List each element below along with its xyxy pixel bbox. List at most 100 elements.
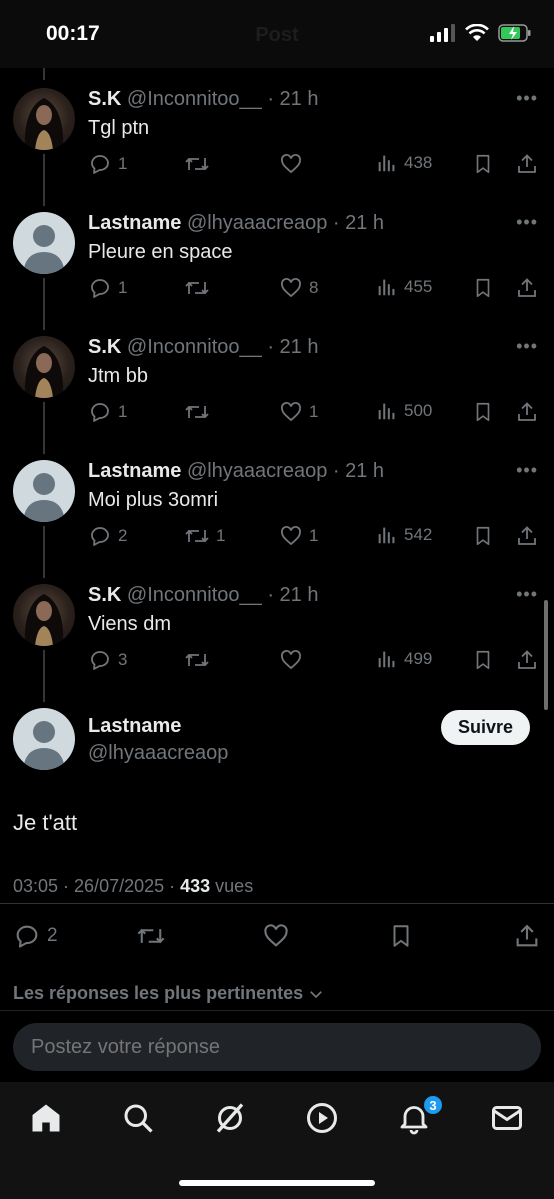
- tweet-time: · 21 h: [267, 584, 319, 606]
- like-count: 1: [309, 526, 319, 545]
- thread-tweet[interactable]: S.K @Inconnitoo__ · 21 h ••• Tgl ptn 1 4…: [0, 86, 554, 210]
- avatar[interactable]: [13, 708, 75, 770]
- views-icon: [378, 651, 395, 668]
- reply-button[interactable]: 3: [88, 648, 127, 672]
- more-options-icon[interactable]: •••: [516, 88, 538, 109]
- tab-search[interactable]: [120, 1100, 156, 1136]
- views-icon: [378, 155, 395, 172]
- tweet-text: Moi plus 3omri: [88, 489, 219, 511]
- thread-tweet[interactable]: S.K @Inconnitoo__ · 21 h ••• Jtm bb 1 1 …: [0, 334, 554, 458]
- heart-icon: [281, 278, 301, 298]
- reply-button[interactable]: 1: [88, 152, 127, 176]
- author-name[interactable]: S.K: [88, 336, 121, 358]
- reply-input[interactable]: [13, 1023, 541, 1071]
- like-button[interactable]: 1: [279, 524, 318, 548]
- home-indicator: [179, 1180, 375, 1186]
- avatar[interactable]: [13, 584, 75, 646]
- avatar[interactable]: [13, 88, 75, 150]
- bookmark-button[interactable]: [472, 524, 494, 548]
- share-icon: [518, 526, 536, 545]
- author-name[interactable]: Lastname: [88, 212, 181, 234]
- share-button[interactable]: [515, 648, 539, 672]
- play-icon: [307, 1103, 337, 1133]
- sort-label: Les réponses les plus pertinentes: [13, 983, 304, 1003]
- tab-grok[interactable]: [212, 1100, 248, 1136]
- bookmark-button[interactable]: [472, 276, 494, 300]
- reply-button[interactable]: 1: [88, 276, 127, 300]
- share-button[interactable]: [515, 524, 539, 548]
- reply-button[interactable]: 2: [13, 922, 58, 950]
- tweet-datetime: 03:05 · 26/07/2025 ·: [13, 876, 181, 896]
- thread-tweet[interactable]: Lastname @lhyaaacreaop · 21 h ••• Moi pl…: [0, 458, 554, 582]
- reply-icon: [91, 155, 109, 174]
- reply-count: 1: [118, 402, 128, 421]
- bookmark-button[interactable]: [472, 648, 494, 672]
- repost-button[interactable]: [184, 276, 216, 300]
- thread-tweet[interactable]: Lastname @lhyaaacreaop · 21 h ••• Pleure…: [0, 210, 554, 334]
- repost-button[interactable]: [184, 400, 216, 424]
- author-name[interactable]: S.K: [88, 88, 121, 110]
- like-button[interactable]: [279, 648, 309, 672]
- reply-count: 1: [118, 278, 128, 297]
- view-count: 542: [404, 525, 433, 544]
- views-icon: [378, 527, 395, 544]
- views-button[interactable]: 542: [376, 524, 432, 546]
- scrollbar[interactable]: [544, 600, 548, 710]
- author-handle[interactable]: @lhyaaacreaop: [187, 212, 327, 234]
- bookmark-button[interactable]: [388, 922, 414, 950]
- share-button[interactable]: [515, 152, 539, 176]
- tab-messages[interactable]: [489, 1100, 525, 1136]
- more-options-icon[interactable]: •••: [516, 584, 538, 605]
- bookmark-button[interactable]: [472, 152, 494, 176]
- like-button[interactable]: [262, 922, 290, 950]
- more-options-icon[interactable]: •••: [516, 336, 538, 357]
- tab-home[interactable]: [28, 1100, 64, 1136]
- views-button[interactable]: 500: [376, 400, 432, 422]
- share-button[interactable]: [515, 400, 539, 424]
- reply-button[interactable]: 2: [88, 524, 127, 548]
- reply-count: 2: [47, 925, 58, 946]
- reply-icon: [91, 651, 109, 670]
- share-button[interactable]: [515, 276, 539, 300]
- avatar[interactable]: [13, 336, 75, 398]
- sort-replies-dropdown[interactable]: Les réponses les plus pertinentes: [13, 983, 325, 1004]
- more-options-icon[interactable]: •••: [516, 460, 538, 481]
- author-handle[interactable]: @lhyaaacreaop: [187, 460, 327, 482]
- avatar[interactable]: [13, 460, 75, 522]
- divider: [0, 903, 554, 904]
- tweet-header: Lastname @lhyaaacreaop · 21 h: [88, 212, 384, 235]
- repost-button[interactable]: [184, 648, 216, 672]
- repost-button[interactable]: [136, 922, 166, 950]
- author-name[interactable]: Lastname: [88, 715, 181, 738]
- tweet-text: Jtm bb: [88, 365, 149, 387]
- repost-button[interactable]: [184, 152, 216, 176]
- author-handle[interactable]: @Inconnitoo__: [127, 336, 262, 358]
- tab-video[interactable]: [304, 1100, 340, 1136]
- tweet-text: Viens dm: [88, 613, 172, 635]
- repost-count: 1: [216, 526, 226, 545]
- bookmark-icon: [476, 650, 490, 670]
- bookmark-button[interactable]: [472, 400, 494, 424]
- thread-tweet[interactable]: S.K @Inconnitoo__ · 21 h ••• Viens dm 3 …: [0, 582, 554, 706]
- author-name[interactable]: Lastname: [88, 460, 181, 482]
- author-handle[interactable]: @Inconnitoo__: [127, 584, 262, 606]
- repost-button[interactable]: 1: [184, 524, 225, 548]
- like-button[interactable]: 8: [279, 276, 318, 300]
- author-handle[interactable]: @Inconnitoo__: [127, 88, 262, 110]
- like-button[interactable]: [279, 152, 309, 176]
- status-icons: [430, 24, 532, 42]
- like-button[interactable]: 1: [279, 400, 318, 424]
- repost-icon: [185, 405, 209, 419]
- share-icon: [518, 154, 536, 173]
- views-button[interactable]: 499: [376, 648, 432, 670]
- views-button[interactable]: 438: [376, 152, 432, 174]
- author-name[interactable]: S.K: [88, 584, 121, 606]
- share-icon: [518, 402, 536, 421]
- reply-button[interactable]: 1: [88, 400, 127, 424]
- share-button[interactable]: [513, 922, 541, 950]
- avatar[interactable]: [13, 212, 75, 274]
- views-button[interactable]: 455: [376, 276, 432, 298]
- author-handle[interactable]: @lhyaaacreaop: [88, 742, 228, 765]
- follow-button[interactable]: Suivre: [440, 710, 530, 745]
- more-options-icon[interactable]: •••: [516, 212, 538, 233]
